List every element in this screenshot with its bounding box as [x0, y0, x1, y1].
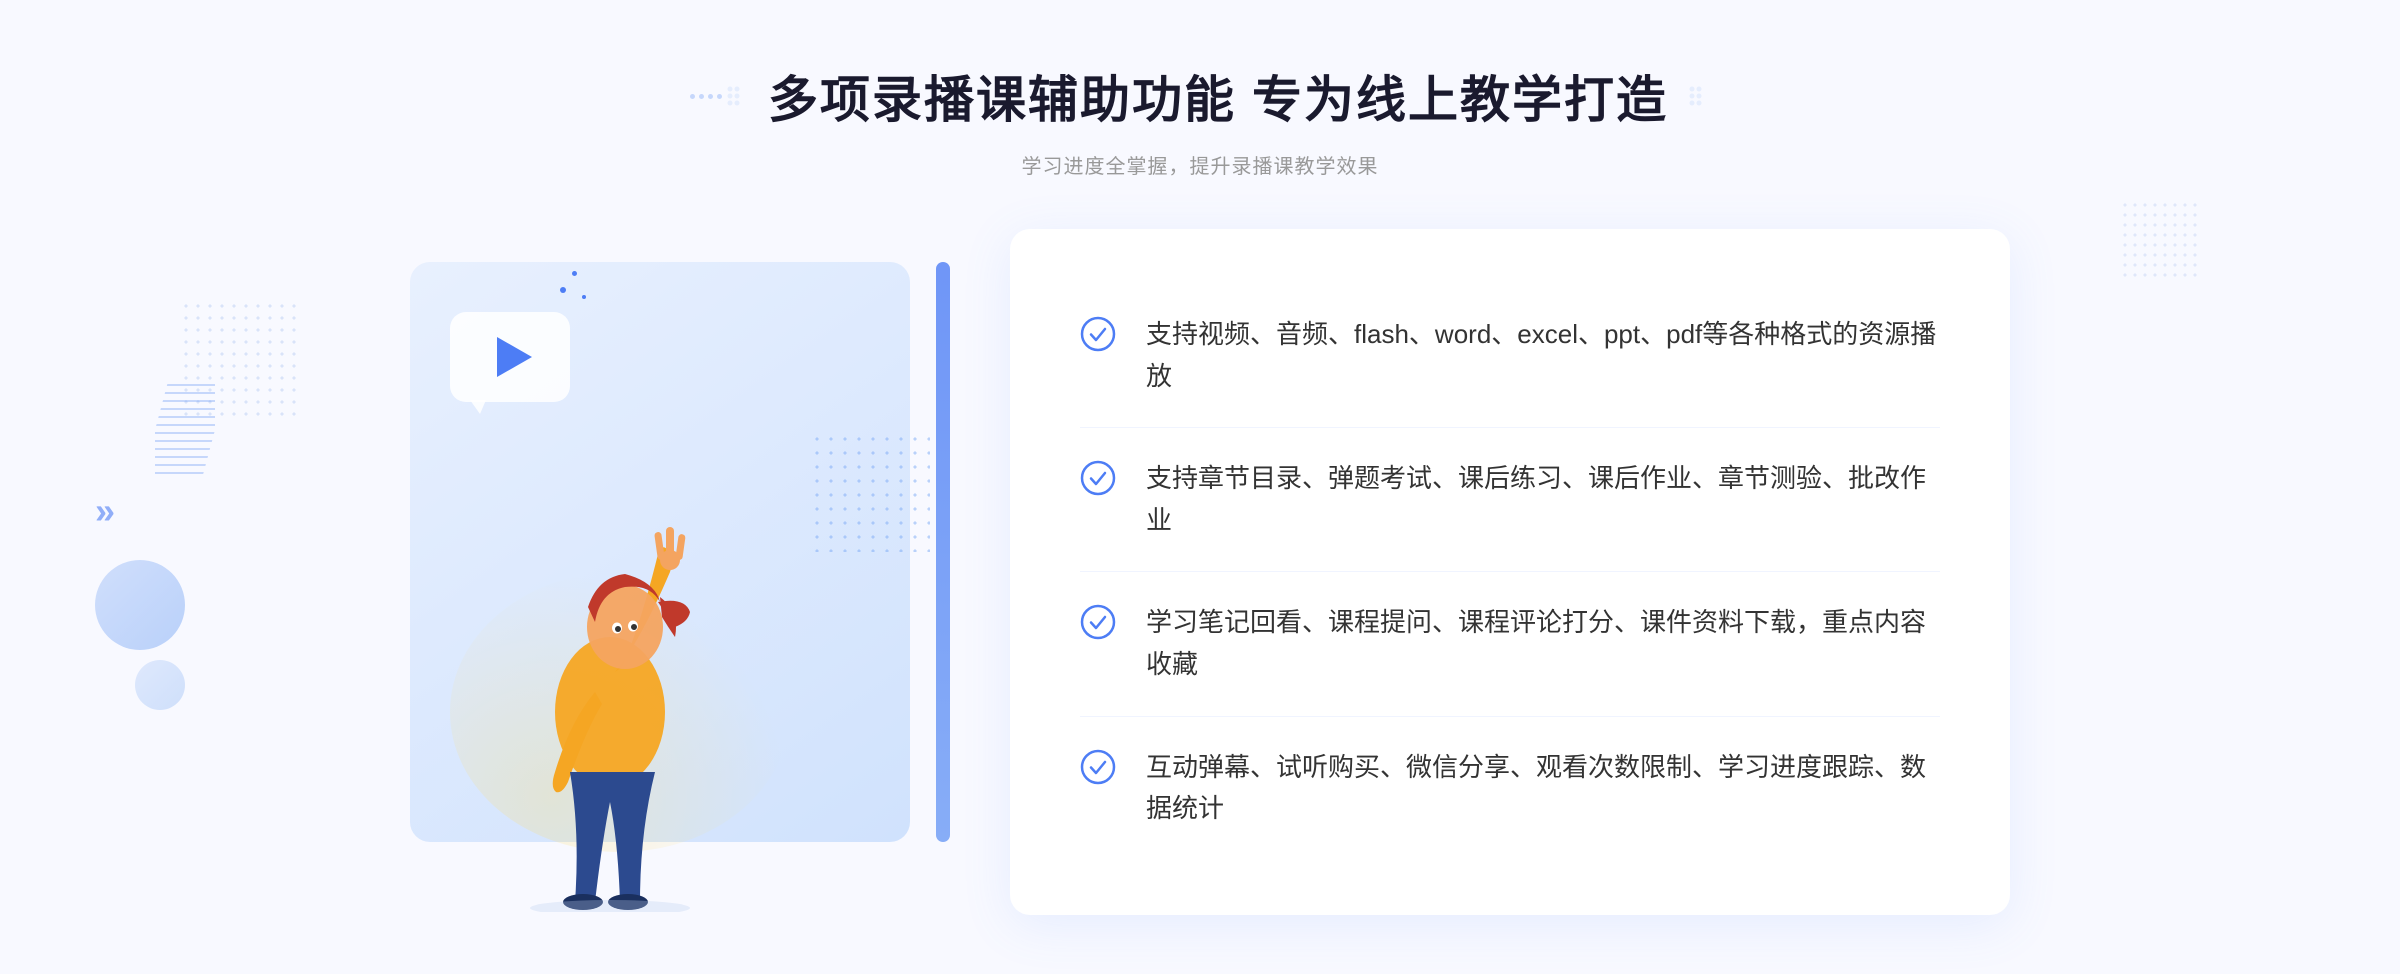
play-bubble	[450, 312, 580, 417]
feature-item-1: 支持视频、音频、flash、word、excel、ppt、pdf等各种格式的资源…	[1080, 284, 1940, 428]
decorative-dots-right	[2120, 200, 2200, 280]
feature-text-3: 学习笔记回看、课程提问、课程评论打分、课件资料下载，重点内容收藏	[1146, 602, 1940, 685]
feature-item-3: 学习笔记回看、课程提问、课程评论打分、课件资料下载，重点内容收藏	[1080, 572, 1940, 716]
feature-text-2: 支持章节目录、弹题考试、课后练习、课后作业、章节测验、批改作业	[1146, 458, 1940, 541]
title-text: 多项录播课辅助功能 专为线上教学打造	[768, 60, 1668, 132]
check-icon-3	[1080, 604, 1116, 640]
arrow-left-decoration: »	[95, 490, 115, 532]
check-icon-2	[1080, 460, 1116, 496]
check-icon-1	[1080, 316, 1116, 352]
illustration-dots	[810, 432, 930, 552]
content-area: 支持视频、音频、flash、word、excel、ppt、pdf等各种格式的资源…	[350, 229, 2050, 915]
circle-decoration-small	[135, 660, 185, 710]
feature-text-4: 互动弹幕、试听购买、微信分享、观看次数限制、学习进度跟踪、数据统计	[1146, 747, 1940, 830]
play-icon	[497, 337, 532, 377]
page-container: » 多项录播课辅助功能 专为线上教学打造	[0, 0, 2400, 974]
illustration-wrapper	[390, 232, 1010, 912]
header-section: 多项录播课辅助功能 专为线上教学打造 学习进度全掌握，提升录播课教学效果	[690, 60, 1710, 179]
circle-decoration-large	[95, 560, 185, 650]
main-title: 多项录播课辅助功能 专为线上教学打造	[690, 60, 1710, 132]
feature-item-2: 支持章节目录、弹题考试、课后练习、课后作业、章节测验、批改作业	[1080, 428, 1940, 572]
subtitle: 学习进度全掌握，提升录播课教学效果	[690, 150, 1710, 179]
person-figure	[440, 412, 780, 912]
blue-bar-decoration	[936, 262, 950, 842]
features-panel: 支持视频、音频、flash、word、excel、ppt、pdf等各种格式的资源…	[1010, 229, 2010, 915]
title-deco-right	[1688, 85, 1710, 107]
feature-item-4: 互动弹幕、试听购买、微信分享、观看次数限制、学习进度跟踪、数据统计	[1080, 717, 1940, 860]
title-deco-left	[690, 85, 748, 107]
check-icon-4	[1080, 749, 1116, 785]
stripes-decoration	[155, 380, 215, 480]
feature-text-1: 支持视频、音频、flash、word、excel、ppt、pdf等各种格式的资源…	[1146, 314, 1940, 397]
play-bubble-shape	[450, 312, 570, 402]
